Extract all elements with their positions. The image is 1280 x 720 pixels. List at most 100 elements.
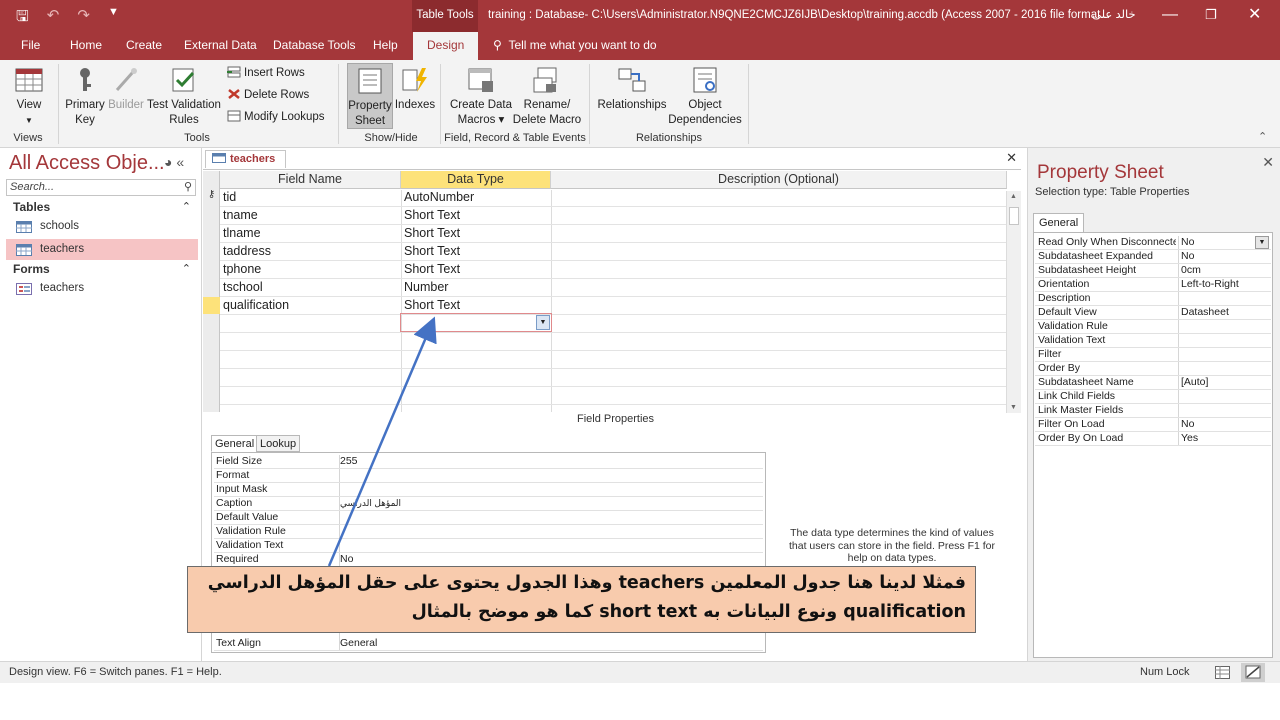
field-row[interactable]: taddress Short Text — [220, 243, 1010, 261]
customize-qat-icon[interactable]: ▼ — [108, 6, 119, 31]
property-row[interactable]: Link Child Fields — [1035, 390, 1271, 404]
tab-design[interactable]: Design — [413, 32, 479, 60]
property-row[interactable]: Validation Text — [214, 539, 763, 553]
data-type-cell[interactable]: AutoNumber — [404, 189, 474, 206]
document-tab-teachers[interactable]: teachers — [205, 150, 287, 168]
field-row-empty[interactable] — [220, 333, 1010, 351]
field-row-empty[interactable] — [220, 387, 1010, 405]
insert-rows-button[interactable]: Insert Rows — [227, 66, 305, 80]
tab-home[interactable]: Home — [70, 32, 102, 60]
field-row-empty[interactable] — [220, 315, 1010, 333]
scrollbar-thumb[interactable] — [1009, 207, 1019, 225]
data-type-cell[interactable]: Short Text — [404, 207, 460, 224]
field-name-cell[interactable]: tlname — [223, 225, 261, 242]
property-row[interactable]: Default Value — [214, 511, 763, 525]
test-validation-rules-button[interactable]: Test Validation Rules — [146, 66, 222, 128]
field-name-cell[interactable]: taddress — [223, 243, 271, 260]
property-value[interactable]: المؤهل الدراسي — [340, 497, 401, 510]
property-row[interactable]: Text Align General — [214, 637, 763, 651]
property-row[interactable]: Order By — [1035, 362, 1271, 376]
property-row[interactable]: Validation Rule — [214, 525, 763, 539]
scroll-down-icon[interactable]: ▼ — [1010, 404, 1017, 411]
property-row[interactable]: Format — [214, 469, 763, 483]
builder-button[interactable]: Builder — [106, 66, 146, 113]
property-value[interactable]: No — [1181, 250, 1194, 263]
property-value[interactable]: Datasheet — [1181, 306, 1229, 319]
minimize-button[interactable]: — — [1162, 4, 1178, 26]
nav-item-table-schools[interactable]: schools — [6, 216, 198, 237]
primary-key-button[interactable]: Primary Key — [64, 66, 106, 128]
property-row[interactable]: Filter — [1035, 348, 1271, 362]
dropdown-arrow-icon[interactable]: ▼ — [536, 315, 550, 330]
property-value[interactable]: No — [340, 553, 353, 566]
data-type-cell[interactable]: Number — [404, 279, 448, 296]
field-name-cell[interactable]: tid — [223, 189, 236, 206]
data-type-cell[interactable]: Short Text — [404, 243, 460, 260]
property-row[interactable]: Default View Datasheet — [1035, 306, 1271, 320]
data-type-cell[interactable]: Short Text — [404, 261, 460, 278]
save-icon[interactable]: 🖫 — [16, 6, 29, 31]
object-dependencies-button[interactable]: Object Dependencies — [668, 66, 742, 128]
create-data-macros-button[interactable]: Create Data Macros ▾ — [448, 66, 514, 128]
modify-lookups-button[interactable]: Modify Lookups — [227, 110, 325, 124]
field-name-cell[interactable]: tschool — [223, 279, 263, 296]
property-value[interactable]: No — [1181, 236, 1194, 249]
shutter-bar-icon[interactable]: « — [176, 154, 184, 170]
close-button[interactable]: ✕ — [1248, 4, 1261, 26]
search-icon[interactable]: ⚲ — [184, 180, 192, 195]
property-sheet-button[interactable]: Property Sheet — [347, 63, 393, 129]
nav-search-input[interactable]: Search... ⚲ — [6, 179, 196, 196]
column-header-data-type[interactable]: Data Type — [401, 171, 551, 189]
property-value[interactable]: General — [340, 637, 377, 650]
property-row[interactable]: Orientation Left-to-Right — [1035, 278, 1271, 292]
property-row[interactable]: Description — [1035, 292, 1271, 306]
collapse-icon[interactable]: ⌃ — [182, 200, 191, 213]
property-row[interactable]: Required No — [214, 553, 763, 567]
field-row[interactable]: tlname Short Text — [220, 225, 1010, 243]
tab-database-tools[interactable]: Database Tools — [273, 32, 356, 60]
tab-help[interactable]: Help — [373, 32, 398, 60]
dropdown-arrow-icon[interactable]: ▼ — [1255, 236, 1269, 249]
tab-external-data[interactable]: External Data — [184, 32, 257, 60]
data-type-cell[interactable]: Short Text — [404, 225, 460, 242]
current-row-selector[interactable] — [203, 297, 220, 314]
close-property-sheet-icon[interactable]: ✕ — [1262, 154, 1274, 171]
nav-section-forms[interactable]: Forms ⌃ — [13, 262, 191, 276]
field-row[interactable]: tname Short Text — [220, 207, 1010, 225]
field-row[interactable]: tphone Short Text — [220, 261, 1010, 279]
collapse-ribbon-icon[interactable]: ⌃ — [1258, 130, 1267, 143]
tell-me-box[interactable]: ⚲ Tell me what you want to do — [493, 32, 657, 59]
redo-icon[interactable]: ↷ — [77, 6, 90, 31]
scroll-up-icon[interactable]: ▲ — [1010, 193, 1017, 200]
field-name-cell[interactable]: tphone — [223, 261, 261, 278]
primary-key-indicator-icon[interactable]: ⚷ — [203, 189, 220, 206]
property-row[interactable]: Order By On Load Yes — [1035, 432, 1271, 446]
tab-general[interactable]: General — [1033, 213, 1085, 232]
view-button[interactable]: View ▼ — [10, 66, 48, 128]
user-name[interactable]: خالد على — [1092, 0, 1136, 30]
field-name-cell[interactable]: tname — [223, 207, 258, 224]
field-row-empty[interactable] — [220, 351, 1010, 369]
collapse-icon[interactable]: ⌃ — [182, 262, 191, 275]
close-document-icon[interactable]: ✕ — [1006, 150, 1017, 166]
field-row-empty[interactable] — [220, 369, 1010, 387]
property-row[interactable]: Field Size 255 — [214, 455, 763, 469]
column-header-field-name[interactable]: Field Name — [220, 171, 401, 189]
property-row[interactable]: Read Only When Disconnected No ▼ — [1035, 236, 1271, 250]
vertical-scrollbar[interactable]: ▲ ▼ — [1006, 191, 1021, 413]
nav-pane-title[interactable]: All Access Obje... — [9, 152, 165, 175]
data-type-dropdown[interactable]: ▼ — [400, 313, 552, 332]
property-row[interactable]: Validation Rule — [1035, 320, 1271, 334]
delete-rows-button[interactable]: Delete Rows — [227, 88, 309, 102]
property-row[interactable]: Subdatasheet Name [Auto] — [1035, 376, 1271, 390]
nav-menu-icon[interactable]: ◕ — [164, 154, 172, 170]
nav-section-tables[interactable]: Tables ⌃ — [13, 200, 191, 214]
nav-item-table-teachers[interactable]: teachers — [6, 239, 198, 260]
data-type-cell[interactable]: Short Text — [404, 297, 460, 314]
property-value[interactable]: [Auto] — [1181, 376, 1208, 389]
property-value[interactable]: Left-to-Right — [1181, 278, 1239, 291]
indexes-button[interactable]: Indexes — [394, 66, 436, 113]
undo-icon[interactable]: ↶ — [47, 6, 60, 31]
field-row-selected[interactable]: qualification Short Text — [220, 297, 1010, 315]
nav-item-form-teachers[interactable]: teachers — [6, 278, 198, 299]
